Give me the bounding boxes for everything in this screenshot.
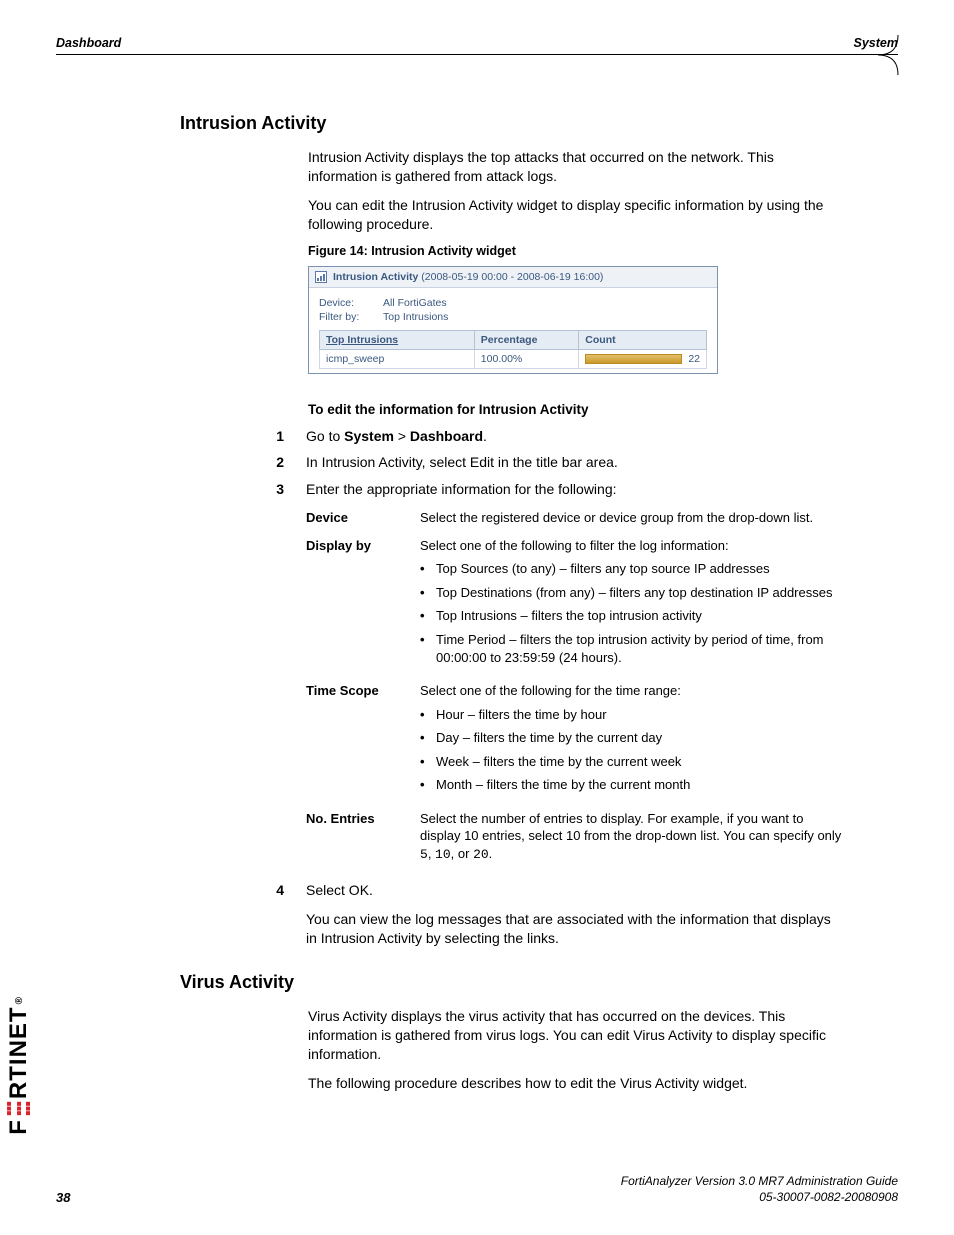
intro-paragraph-2: You can edit the Intrusion Activity widg… xyxy=(308,196,844,234)
step-3-text: Enter the appropriate information for th… xyxy=(306,480,844,873)
widget-filter-row: Filter by: Top Intrusions xyxy=(319,310,707,324)
steps-list: 1 Go to System > Dashboard. 2 In Intrusi… xyxy=(270,427,844,959)
widget-chart-icon xyxy=(315,271,327,283)
fortinet-brand-vertical: F▪▪▪▪▪▪▪▪▪RTINET® xyxy=(5,996,34,1135)
step-1: 1 Go to System > Dashboard. xyxy=(270,427,844,446)
cell-count: 22 xyxy=(579,349,707,368)
intro-paragraph-1: Intrusion Activity displays the top atta… xyxy=(308,148,844,186)
after-step4-paragraph: You can view the log messages that are a… xyxy=(306,910,844,948)
step-2-number: 2 xyxy=(270,453,284,472)
bullet-hour: •Hour – filters the time by hour xyxy=(420,706,844,724)
footer-lines: FortiAnalyzer Version 3.0 MR7 Administra… xyxy=(621,1173,898,1205)
step-4: 4 Select OK. You can view the log messag… xyxy=(270,881,844,958)
widget-table-header-row: Top Intrusions Percentage Count xyxy=(320,330,707,349)
step-2-text: In Intrusion Activity, select Edit in th… xyxy=(306,453,844,472)
field-timescope-desc: Select one of the following for the time… xyxy=(420,682,844,800)
intrusion-activity-widget: Intrusion Activity (2008-05-19 00:00 - 2… xyxy=(308,266,718,374)
runhead-left: Dashboard xyxy=(56,36,121,50)
field-displayby-desc: Select one of the following to filter th… xyxy=(420,537,844,672)
running-header: Dashboard System xyxy=(56,36,898,55)
widget-device-row: Device: All FortiGates xyxy=(319,296,707,310)
bullet-top-destinations: •Top Destinations (from any) – filters a… xyxy=(420,584,844,602)
table-row: icmp_sweep 100.00% 22 xyxy=(320,349,707,368)
field-displayby-name: Display by xyxy=(306,537,402,672)
count-value: 22 xyxy=(688,353,700,365)
section1-body: Intrusion Activity displays the top atta… xyxy=(308,148,844,958)
cell-intrusion-name: icmp_sweep xyxy=(320,349,475,368)
content: Intrusion Activity Intrusion Activity di… xyxy=(180,113,844,1093)
count-bar xyxy=(585,354,682,364)
virus-paragraph-2: The following procedure describes how to… xyxy=(308,1074,844,1093)
step-3: 3 Enter the appropriate information for … xyxy=(270,480,844,873)
step-1-number: 1 xyxy=(270,427,284,446)
step-2: 2 In Intrusion Activity, select Edit in … xyxy=(270,453,844,472)
widget-title-text: Intrusion Activity (2008-05-19 00:00 - 2… xyxy=(333,271,603,283)
bullet-month: •Month – filters the time by the current… xyxy=(420,776,844,794)
field-no-entries: No. Entries Select the number of entries… xyxy=(306,810,844,864)
bullet-top-intrusions: •Top Intrusions – filters the top intrus… xyxy=(420,607,844,625)
col-top-intrusions: Top Intrusions xyxy=(326,334,398,346)
field-timescope-name: Time Scope xyxy=(306,682,402,800)
bullet-top-sources: •Top Sources (to any) – filters any top … xyxy=(420,560,844,578)
step-1-text: Go to System > Dashboard. xyxy=(306,427,844,446)
bullet-week: •Week – filters the time by the current … xyxy=(420,753,844,771)
field-no-entries-desc: Select the number of entries to display.… xyxy=(420,810,844,864)
page-number: 38 xyxy=(56,1190,70,1205)
col-percentage: Percentage xyxy=(474,330,578,349)
footer-line-2: 05-30007-0082-20080908 xyxy=(621,1189,898,1205)
field-timescope: Time Scope Select one of the following f… xyxy=(306,682,844,800)
section-heading-virus: Virus Activity xyxy=(180,972,844,993)
col-count: Count xyxy=(579,330,707,349)
section-heading-intrusion: Intrusion Activity xyxy=(180,113,844,134)
procedure-heading: To edit the information for Intrusion Ac… xyxy=(308,402,844,417)
bullet-time-period: •Time Period – filters the top intrusion… xyxy=(420,631,844,666)
field-device: Device Select the registered device or d… xyxy=(306,509,844,527)
page-footer: 38 FortiAnalyzer Version 3.0 MR7 Adminis… xyxy=(56,1173,898,1205)
field-device-name: Device xyxy=(306,509,402,527)
field-device-desc: Select the registered device or device g… xyxy=(420,509,844,527)
footer-line-1: FortiAnalyzer Version 3.0 MR7 Administra… xyxy=(621,1173,898,1189)
virus-paragraph-1: Virus Activity displays the virus activi… xyxy=(308,1007,844,1064)
widget-table: Top Intrusions Percentage Count icmp_swe… xyxy=(319,330,707,369)
step-4-number: 4 xyxy=(270,881,284,958)
widget-filter-value: Top Intrusions xyxy=(383,311,448,323)
step-3-number: 3 xyxy=(270,480,284,873)
widget-device-label: Device: xyxy=(319,297,373,309)
widget-device-value: All FortiGates xyxy=(383,297,447,309)
bullet-day: •Day – filters the time by the current d… xyxy=(420,729,844,747)
section2-body: Virus Activity displays the virus activi… xyxy=(308,1007,844,1093)
brand-red-icon: ▪▪▪▪▪▪▪▪▪ xyxy=(5,1102,34,1116)
corner-curve-icon xyxy=(878,31,918,79)
widget-filter-label: Filter by: xyxy=(319,311,373,323)
cell-percentage: 100.00% xyxy=(474,349,578,368)
widget-body: Device: All FortiGates Filter by: Top In… xyxy=(309,288,717,373)
step-4-text: Select OK. You can view the log messages… xyxy=(306,881,844,958)
fields-table: Device Select the registered device or d… xyxy=(306,509,844,863)
field-displayby: Display by Select one of the following t… xyxy=(306,537,844,672)
figure-caption: Figure 14: Intrusion Activity widget xyxy=(308,244,844,258)
field-no-entries-name: No. Entries xyxy=(306,810,402,864)
widget-titlebar: Intrusion Activity (2008-05-19 00:00 - 2… xyxy=(309,267,717,288)
page: Dashboard System Intrusion Activity Intr… xyxy=(0,0,954,1235)
